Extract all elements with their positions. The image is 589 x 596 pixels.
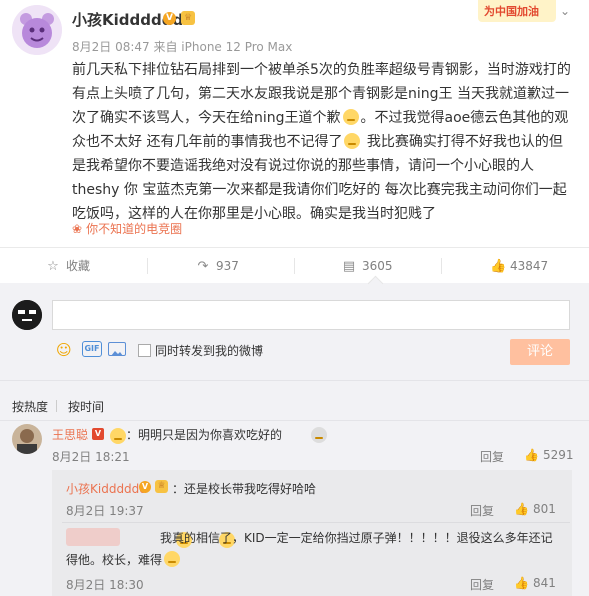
sweat-emoji-icon (342, 109, 359, 125)
commenter-name[interactable]: 王思聪 (52, 426, 88, 443)
sort-by-time[interactable]: 按时间 (68, 398, 104, 415)
image-glyph (111, 351, 123, 356)
divider (294, 258, 295, 274)
post-line-text: 众也不太好 还有几年前的事情我也不记得了 (72, 134, 343, 150)
source-label: 你不知道的电竞圈 (86, 222, 183, 236)
post-line: 有点上头喷了几句，第二天水友跟我说是那个青钢影是ning王 当天我就道歉过一 (72, 86, 569, 102)
comment-like-button[interactable]: 👍 5291 (524, 448, 574, 462)
collect-button[interactable]: ☆ 收藏 (46, 248, 90, 284)
reply-like-count: 801 (532, 502, 556, 516)
verified-icon: V (92, 428, 104, 440)
forward-count: 937 (216, 259, 239, 273)
thumb-up-icon: 👍 (524, 448, 539, 462)
post-line-text: 次了确实不该骂人，今天在给ning王道个歉 (72, 110, 341, 126)
forward-button[interactable]: ↷ 937 (196, 248, 239, 284)
reply-like-button[interactable]: 👍 841 (514, 576, 556, 590)
reply-text-line: 得他。校长，难得 (66, 553, 163, 567)
post-source-link[interactable]: ❀ 你不知道的电竞圈 (72, 220, 182, 237)
image-icon[interactable] (108, 342, 126, 356)
emoji-picker-icon[interactable]: ☺ (56, 341, 72, 359)
sweat-emoji-icon (344, 133, 361, 149)
like-count: 43847 (510, 259, 549, 273)
comment-text: ：明明只是因为你喜欢吃好的 (126, 428, 283, 442)
blurred-username (66, 528, 120, 546)
comment-input[interactable] (52, 300, 570, 330)
post-line: theshy 你 宝蓝杰克第一次来都是我请你们吃好的 每次比赛完我主动问你们一起 (72, 182, 567, 198)
comment-icon: ▤ (342, 259, 356, 274)
reply-author-name[interactable]: 小孩Kidddddd (66, 480, 147, 497)
post-line-text: 。不过我觉得aoe德云色其他的观 (360, 110, 569, 126)
avatar-face-icon (12, 300, 42, 330)
divider (0, 380, 589, 381)
forward-checkbox[interactable] (138, 344, 151, 357)
chevron-down-icon[interactable]: ⌄ (560, 4, 570, 18)
heart-eyes-emoji-icon (164, 551, 181, 567)
post-line-text: 我比赛确实打得不好我也认的但 (362, 134, 563, 150)
vip-emoji-icon (110, 428, 126, 444)
sort-by-hot[interactable]: 按热度 (12, 398, 48, 415)
submit-comment-button[interactable]: 评论 (510, 339, 570, 365)
author-avatar[interactable] (12, 5, 62, 55)
vip-crown-icon: ♕ (181, 11, 195, 25)
forward-checkbox-label[interactable]: 同时转发到我的微博 (155, 342, 263, 359)
forward-icon: ↷ (197, 259, 209, 274)
event-banner[interactable]: 为中国加油 (478, 0, 556, 22)
comment-like-count: 5291 (542, 448, 574, 462)
action-bar: ☆ 收藏 ↷ 937 ▤ 3605 👍 43847 (0, 248, 589, 284)
reply-like-count: 841 (532, 576, 556, 590)
thumb-up-icon: 👍 (514, 576, 529, 590)
thumb-up-icon: 👍 (514, 502, 529, 516)
reply-link[interactable]: 回复 (480, 448, 504, 465)
divider (62, 522, 570, 523)
post-line: 次了确实不该骂人，今天在给ning王道个歉 。不过我觉得aoe德云色其他的观 (72, 106, 574, 130)
vip-crown-icon: ♕ (155, 480, 168, 493)
comment-button[interactable]: ▤ 3605 (342, 248, 393, 284)
post-line: 前几天私下排位钻石局排到一个被单杀5次的负胜率超级号青钢影，当时游戏打的 (72, 62, 571, 78)
comment-count: 3605 (362, 259, 393, 273)
post-line: 众也不太好 还有几年前的事情我也不记得了 我比赛确实打得不好我也认的但 (72, 130, 574, 154)
reply-link[interactable]: 回复 (470, 502, 494, 519)
divider (0, 420, 589, 421)
reply-text: 我真的相信了，KID一定一定给你挡过原子弹！！！！！退役这么多年还记 (160, 531, 553, 545)
reply-link[interactable]: 回复 (470, 576, 494, 593)
post-meta: 8月2日 08:47 来自 iPhone 12 Pro Max (72, 40, 293, 54)
divider (56, 400, 57, 412)
divider (147, 258, 148, 274)
collect-label: 收藏 (66, 259, 91, 273)
sticker-emoji-icon (311, 427, 328, 443)
gif-icon[interactable]: GIF (82, 341, 102, 357)
commenter-avatar[interactable] (12, 424, 42, 454)
divider (441, 258, 442, 274)
thumb-up-icon: 👍 (490, 259, 507, 274)
like-button[interactable]: 👍 43847 (490, 248, 548, 284)
star-icon: ☆ (47, 259, 59, 274)
reply-date: 8月2日 18:30 (66, 578, 144, 592)
reply-text: 得他。校长，难得 (66, 549, 182, 571)
avatar-bear-icon (12, 5, 62, 55)
reply-like-button[interactable]: 👍 801 (514, 502, 556, 516)
post-line: 是我希望你不要造谣我绝对没有说过你说的那些事情，请问一个小心眼的人 (72, 158, 534, 174)
flower-icon: ❀ (72, 222, 83, 236)
my-avatar[interactable] (12, 300, 42, 330)
banner-text: 为中国加油 (484, 5, 539, 18)
reply-date: 8月2日 19:37 (66, 504, 144, 518)
reply-text: ：还是校长带我吃得好哈哈 (172, 482, 317, 496)
avatar-photo-icon (12, 424, 42, 454)
verified-icon: V (139, 481, 151, 493)
comment-date: 8月2日 18:21 (52, 450, 130, 464)
post-body: 前几天私下排位钻石局排到一个被单杀5次的负胜率超级号青钢影，当时游戏打的 有点上… (72, 58, 574, 226)
verified-icon: V (163, 12, 176, 25)
